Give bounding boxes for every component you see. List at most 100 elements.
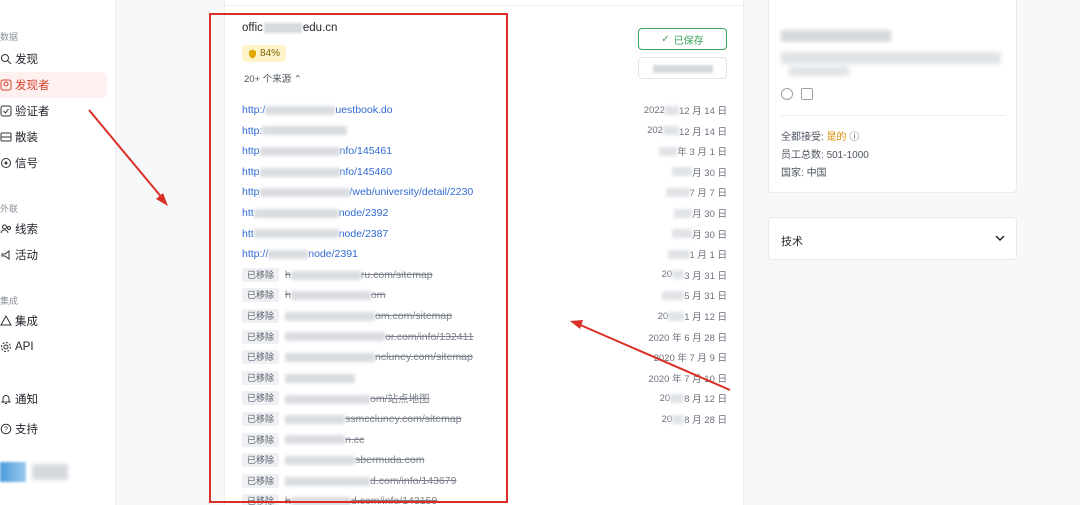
app-root: 数据 发现 发现者 验证者 散装 信号 外联 线索 活动 集成 集成 API 通… [0,0,1080,505]
source-url-end: d.com/info/143159 [350,495,438,505]
sidebar-item-label: 支持 [15,424,38,436]
campaign-icon [0,249,12,261]
source-date: 2022 12 月 14 日 [644,102,727,118]
blurred-mask [672,414,685,424]
source-url-end: om.com/sitemap [375,310,453,322]
email-address[interactable]: offic edu.cn [242,22,337,34]
source-url-end: node/2387 [338,227,389,240]
source-row: http: [242,123,348,139]
source-url-end: uestbook.do [335,104,393,116]
source-url-start: http [242,145,260,158]
globe-icon[interactable] [781,88,793,100]
source-date-start: 202 [647,125,663,137]
sidebar-item-leads[interactable]: 线索 [0,216,107,242]
source-url[interactable]: http nfo/145460 [242,166,392,178]
blurred-mask [263,22,302,33]
sidebar-item-discover[interactable]: 发现 [0,46,107,72]
source-url[interactable]: http: [242,125,348,137]
source-date-end: 12 月 14 日 [678,126,727,138]
country-row: 国家: 中国 [781,164,827,179]
blurred-mask [672,167,693,177]
source-row: 已移除 h ru.com/sitemap [242,267,433,283]
avatar[interactable] [0,460,72,484]
sidebar-item-finder[interactable]: 发现者 [0,72,107,98]
sidebar-item-campaign[interactable]: 活动 [0,242,107,268]
source-url-end: n.cc [345,433,365,446]
source-url[interactable]: htt node/2387 [242,228,388,240]
discover-icon [0,53,12,65]
blurred-mask [667,249,690,259]
sidebar-item-support[interactable]: ? 支持 [0,416,107,442]
source-url-end: ru.com/sitemap [360,268,433,281]
shield-icon [249,49,256,58]
blurred-mask [285,414,346,424]
source-url-end: ssmccluney.com/sitemap [345,413,462,425]
blurred-mask [674,208,693,218]
sidebar-item-api[interactable]: API [0,334,107,360]
blurred-mask [259,188,350,198]
top-divider [224,0,744,6]
info-icon[interactable]: ⓘ [849,132,859,143]
source-date: 月 30 日 [672,164,727,180]
source-url[interactable]: http/web/university/detail/2230 [242,186,473,198]
sidebar-item-label: 验证者 [15,106,50,118]
source-url: h om [285,289,385,301]
sidebar-item-signal[interactable]: 信号 [0,150,107,176]
source-url-start: htt [242,227,254,240]
source-row: 已移除 sbermuda.com [242,452,424,468]
source-date: 年 3 月 1 日 [659,143,727,159]
source-row: 已移除 n.cc [242,432,364,448]
source-url[interactable]: http nfo/145461 [242,145,392,157]
source-date-end: 7 月 7 日 [689,188,728,200]
removed-tag: 已移除 [242,288,280,303]
accept-all-row: 全都接受: 是的 ⓘ [781,128,859,143]
source-date-end: 8 月 28 日 [684,415,727,426]
blurred-mask [290,270,361,280]
sidebar-item-bulk[interactable]: 散装 [0,124,107,150]
confidence-score: 84% [260,48,281,59]
country-value: 中国 [806,168,827,179]
source-url[interactable]: htt node/2392 [242,207,388,219]
blurred-mask [672,270,685,280]
employees-row: 员工总数: 501-1000 [781,146,869,161]
blurred-mask [290,497,351,505]
sources-toggle[interactable]: 20+ 个来源 ⌃ [244,71,302,85]
employees-value: 501-1000 [826,150,869,161]
source-date-end: 12 月 14 日 [678,106,727,117]
confidence-badge: 84% [242,45,287,62]
signal-icon [0,157,12,169]
removed-tag: 已移除 [242,432,280,447]
source-date: 20 3 月 31 日 [662,267,727,283]
sidebar-item-notifications[interactable]: 通知 [0,386,107,412]
integration-icon [0,315,12,327]
chevron-up-icon: ⌃ [293,74,302,85]
source-row: http:/ uestbook.do [242,102,393,118]
source-date-end: 月 30 日 [692,167,727,179]
source-url: om.com/sitemap [285,310,452,322]
source-date: 202 12 月 14 日 [647,123,727,139]
source-date: 7 月 7 日 [665,184,728,200]
sidebar-item-label: 散装 [15,132,38,144]
tech-accordion[interactable]: 技术 [768,217,1017,260]
source-url: or.com/info/132411 [285,331,474,343]
source-url[interactable]: http:/ uestbook.do [242,104,393,116]
source-url[interactable]: http:// node/2391 [242,248,358,260]
source-row: 已移除 ncluney.com/sitemap [242,349,473,365]
blurred-mask [285,373,356,383]
secondary-action-button[interactable] [638,57,727,79]
linkedin-icon[interactable] [801,88,813,100]
sidebar-item-verifier[interactable]: 验证者 [0,98,107,124]
source-url-end: om/站点地图 [370,392,430,405]
blurred-mask [668,311,685,321]
email-suffix: edu.cn [302,22,338,34]
source-date-end: 1 月 1 日 [689,250,728,262]
source-row: 已移除 d.com/info/143679 [242,473,456,489]
sidebar-item-integration[interactable]: 集成 [0,308,107,334]
blurred-mask [285,435,346,445]
removed-tag: 已移除 [242,391,280,406]
source-url: ssmccluney.com/sitemap [285,413,462,425]
blurred-mask [253,229,339,239]
saved-button[interactable]: ✓ 已保存 [638,28,727,50]
removed-tag: 已移除 [242,370,280,385]
accept-all-value: 是的 [826,132,847,143]
